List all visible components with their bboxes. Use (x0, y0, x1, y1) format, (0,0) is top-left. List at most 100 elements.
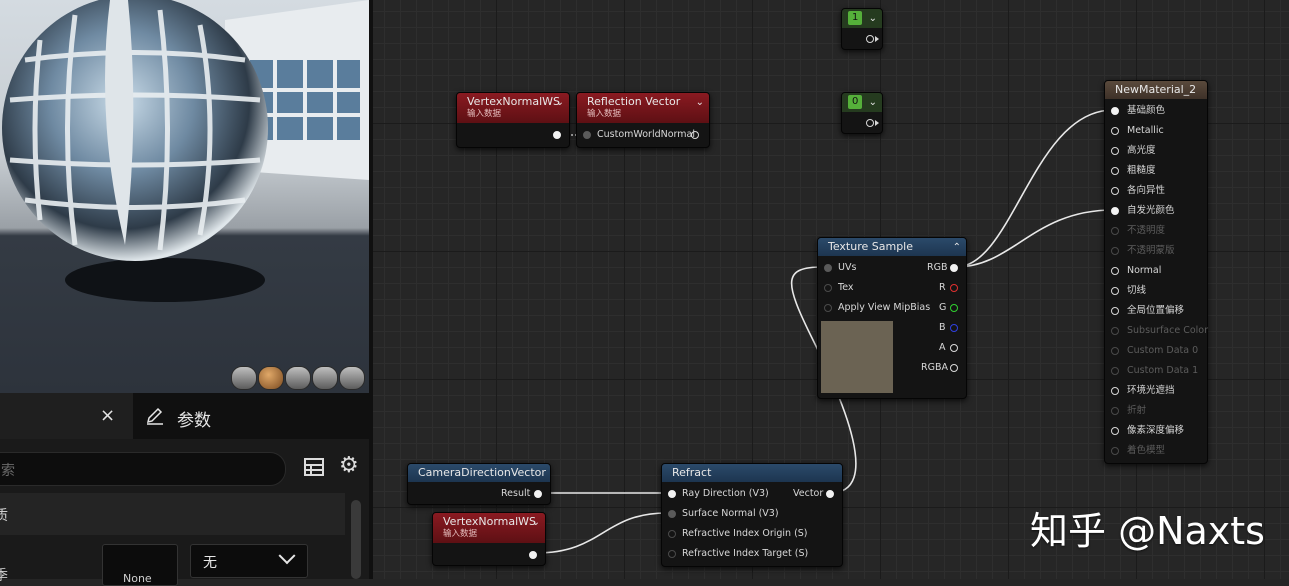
material-input-pin[interactable] (1111, 447, 1119, 455)
parameters-tab-label[interactable]: 参数 (177, 406, 211, 431)
pin-arrow (875, 120, 879, 126)
chevron-down-icon[interactable]: ⌄ (556, 96, 564, 110)
chevron-down-icon[interactable]: ⌄ (532, 516, 540, 530)
plane-preview-icon[interactable] (285, 366, 311, 390)
material-input-label: 全局位置偏移 (1127, 305, 1185, 316)
camera-direction-vector-node[interactable]: CameraDirectionVector Result (407, 463, 551, 505)
refractive-origin-label: Refractive Index Origin (S) (682, 528, 808, 539)
node-subtitle: 输入数据 (587, 109, 622, 119)
tex-input-pin[interactable] (824, 284, 832, 292)
table-view-icon[interactable] (304, 457, 324, 477)
vertex-normal-output-pin-2[interactable] (529, 551, 537, 559)
g-output-pin[interactable] (950, 304, 958, 312)
material-input-label: 自发光颜色 (1127, 205, 1175, 216)
material-input-label: Normal (1127, 265, 1162, 276)
wire-rgb-basecolor (955, 109, 1114, 268)
texture-sample-node[interactable]: Texture Sample ⌃ UVs Tex Apply View MipB… (817, 237, 967, 399)
vertex-normal-ws-node[interactable]: VertexNormalWS 输入数据 ⌄ (456, 92, 570, 148)
ray-direction-pin[interactable] (668, 490, 676, 498)
rgba-output-pin[interactable] (950, 364, 958, 372)
vertex-normal-ws-node-2[interactable]: VertexNormalWS 输入数据 ⌄ (432, 512, 546, 566)
material-input-pin[interactable] (1111, 347, 1119, 355)
material-input-pin[interactable] (1111, 247, 1119, 255)
refract-node[interactable]: Refract Ray Direction (V3) Surface Norma… (661, 463, 843, 567)
material-input-label: 像素深度偏移 (1127, 425, 1185, 436)
constant-node-1-header[interactable]: 1 ⌄ (842, 9, 882, 28)
rgb-label: RGB (927, 262, 948, 273)
chevron-down-icon[interactable]: ⌄ (696, 96, 704, 110)
close-tab-icon[interactable]: × (100, 405, 115, 426)
constant-node-0[interactable]: 0 ⌄ (841, 92, 883, 134)
material-input-pin[interactable] (1111, 287, 1119, 295)
result-label: Result (501, 488, 531, 499)
material-input-pin[interactable] (1111, 107, 1119, 115)
refractive-target-pin[interactable] (668, 550, 676, 558)
reflection-vector-node[interactable]: Reflection Vector 输入数据 ⌄ CustomWorldNorm… (576, 92, 710, 148)
node-title: Refract (672, 466, 712, 479)
camera-direction-header[interactable]: CameraDirectionVector (408, 464, 550, 482)
material-input-pin[interactable] (1111, 427, 1119, 435)
material-input-pin[interactable] (1111, 187, 1119, 195)
vertex-normal-ws-header[interactable]: VertexNormalWS 输入数据 ⌄ (457, 93, 569, 123)
material-input-pin[interactable] (1111, 307, 1119, 315)
node-subtitle: 输入数据 (467, 109, 502, 119)
section-label: 质 (0, 508, 8, 524)
refractive-origin-pin[interactable] (668, 530, 676, 538)
none-thumbnail-button[interactable]: None (102, 544, 178, 586)
search-input[interactable]: 索 (0, 452, 286, 486)
material-input-pin[interactable] (1111, 367, 1119, 375)
vertex-normal-ws-header-2[interactable]: VertexNormalWS 输入数据 ⌄ (433, 513, 545, 543)
section-header[interactable] (0, 493, 345, 535)
cylinder-preview-icon[interactable] (231, 366, 257, 390)
gear-icon[interactable]: ⚙ (339, 455, 359, 477)
chevron-down-icon[interactable]: ⌄ (869, 12, 877, 26)
r-label: R (939, 282, 946, 293)
uvs-input-pin[interactable] (824, 264, 832, 272)
material-input-pin[interactable] (1111, 167, 1119, 175)
material-input-pin[interactable] (1111, 327, 1119, 335)
chevron-up-icon[interactable]: ⌃ (953, 241, 961, 255)
constant-1-output-pin[interactable] (866, 35, 874, 43)
constant-node-1[interactable]: 1 ⌄ (841, 8, 883, 50)
material-preview-viewport[interactable] (0, 0, 369, 393)
a-output-pin[interactable] (950, 344, 958, 352)
sphere-preview-icon[interactable] (258, 366, 284, 390)
material-input-pin[interactable] (1111, 267, 1119, 275)
constant-node-0-header[interactable]: 0 ⌄ (842, 93, 882, 112)
result-output-pin[interactable] (534, 490, 542, 498)
dropdown[interactable]: 无 (190, 544, 308, 578)
reflection-output-pin[interactable] (691, 131, 699, 139)
rgb-output-pin[interactable] (950, 264, 958, 272)
vector-label: Vector (793, 488, 824, 499)
custom-world-normal-pin[interactable] (583, 131, 591, 139)
material-graph[interactable]: 1 ⌄ 0 ⌄ VertexNormalWS 输入数据 ⌄ Reflection… (373, 0, 1289, 579)
texture-sample-header[interactable]: Texture Sample ⌃ (818, 238, 966, 256)
b-output-pin[interactable] (950, 324, 958, 332)
constant-1-value[interactable]: 1 (848, 11, 863, 25)
material-input-pin[interactable] (1111, 387, 1119, 395)
constant-0-output-pin[interactable] (866, 119, 874, 127)
material-input-pin[interactable] (1111, 407, 1119, 415)
material-input-label: 基础颜色 (1127, 105, 1166, 116)
dropdown-value: 无 (203, 555, 217, 571)
cube-preview-icon[interactable] (312, 366, 338, 390)
refract-header[interactable]: Refract (662, 464, 842, 482)
r-output-pin[interactable] (950, 284, 958, 292)
material-input-pin[interactable] (1111, 147, 1119, 155)
reflection-vector-header[interactable]: Reflection Vector 输入数据 ⌄ (577, 93, 709, 123)
vector-output-pin[interactable] (826, 490, 834, 498)
row-label: 季 (0, 568, 8, 584)
chevron-down-icon[interactable]: ⌄ (869, 96, 877, 110)
material-input-label: 不透明度 (1127, 225, 1166, 236)
scrollbar[interactable] (351, 500, 361, 579)
material-input-pin[interactable] (1111, 227, 1119, 235)
vertex-normal-output-pin[interactable] (553, 131, 561, 139)
surface-normal-pin[interactable] (668, 510, 676, 518)
material-result-header[interactable]: NewMaterial_2 (1105, 81, 1207, 99)
material-input-pin[interactable] (1111, 127, 1119, 135)
custom-mesh-preview-icon[interactable] (339, 366, 365, 390)
material-result-node[interactable]: NewMaterial_2 基础颜色 Metallic 高光度 粗糙度 各向异性 自发光颜… (1104, 80, 1208, 464)
constant-0-value[interactable]: 0 (848, 95, 863, 109)
material-input-pin[interactable] (1111, 207, 1119, 215)
mipbias-input-pin[interactable] (824, 304, 832, 312)
